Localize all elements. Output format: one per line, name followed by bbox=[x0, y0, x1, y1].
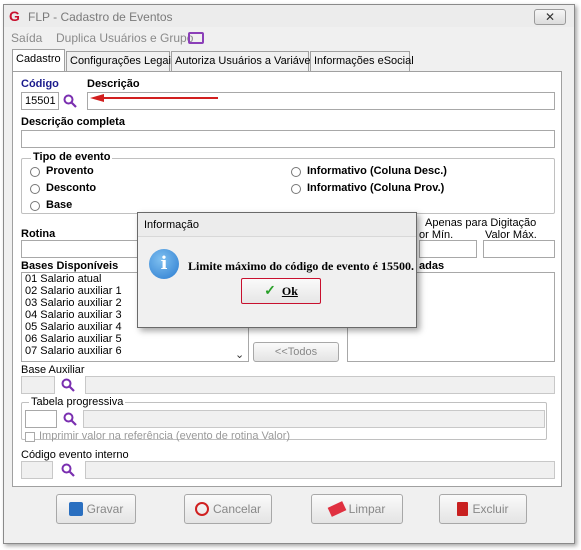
save-icon bbox=[68, 502, 83, 516]
tab-cadastro[interactable]: Cadastro bbox=[12, 49, 65, 72]
tab-informacoes-esocial[interactable]: Informações eSocial bbox=[310, 51, 414, 71]
tipo-evento-group bbox=[21, 158, 555, 214]
eraser-icon bbox=[327, 501, 347, 517]
descricao-completa-label: Descrição completa bbox=[21, 116, 125, 128]
app-logo-icon: G bbox=[9, 8, 20, 24]
gravar-button[interactable]: Gravar bbox=[56, 494, 136, 524]
chevron-down-icon[interactable]: ⌄ bbox=[235, 348, 244, 361]
todos-button[interactable]: <<Todos bbox=[253, 342, 339, 362]
menu-bar: Saída Duplica Usuários e Grupo bbox=[4, 29, 574, 47]
menu-item-duplica[interactable]: Duplica Usuários e Grupo bbox=[56, 31, 193, 45]
search-icon[interactable] bbox=[63, 412, 77, 426]
codigo-evento-interno-desc bbox=[85, 461, 555, 479]
gravar-label: Gravar bbox=[86, 502, 124, 516]
search-icon[interactable] bbox=[61, 463, 75, 477]
list-item[interactable]: 07 Salario auxiliar 6 bbox=[22, 345, 248, 357]
info-dialog: Informação i Limite máximo do código de … bbox=[137, 212, 417, 328]
imprimir-label: Imprimir valor na referência (evento de … bbox=[39, 430, 291, 442]
dialog-title: Informação bbox=[138, 213, 416, 237]
descricao-label: Descrição bbox=[87, 78, 140, 90]
radio-informativo-prov[interactable] bbox=[291, 184, 301, 194]
red-arrow-annotation bbox=[90, 94, 218, 102]
imprimir-checkbox[interactable] bbox=[25, 432, 35, 442]
codigo-evento-interno-label: Código evento interno bbox=[21, 449, 129, 461]
search-icon[interactable] bbox=[63, 94, 77, 108]
codigo-label: Código bbox=[21, 78, 59, 90]
descricao-completa-input[interactable] bbox=[21, 130, 555, 148]
valor-max-input[interactable] bbox=[483, 240, 555, 258]
base-auxiliar-code[interactable] bbox=[21, 376, 55, 394]
dialog-message: Limite máximo do código de evento é 1550… bbox=[188, 259, 414, 273]
rotina-label: Rotina bbox=[21, 228, 56, 240]
radio-informativo-desc-label: Informativo (Coluna Desc.) bbox=[307, 165, 447, 177]
radio-provento-label: Provento bbox=[46, 165, 94, 177]
list-item[interactable]: 06 Salario auxiliar 5 bbox=[22, 333, 248, 345]
tabela-progressiva-label: Tabela progressiva bbox=[29, 396, 126, 408]
limpar-button[interactable]: Limpar bbox=[311, 494, 403, 524]
codigo-evento-interno-code[interactable] bbox=[21, 461, 53, 479]
codigo-input[interactable]: 15501 bbox=[21, 92, 59, 110]
radio-informativo-desc[interactable] bbox=[291, 167, 301, 177]
radio-desconto-label: Desconto bbox=[46, 182, 97, 194]
ok-label: Ok bbox=[281, 283, 298, 298]
trash-icon bbox=[457, 502, 469, 516]
tabela-progressiva-code[interactable] bbox=[25, 410, 57, 428]
cancelar-label: Cancelar bbox=[212, 502, 262, 516]
bases-disponiveis-label: Bases Disponíveis bbox=[21, 260, 119, 272]
radio-desconto[interactable] bbox=[30, 184, 40, 194]
base-auxiliar-label: Base Auxiliar bbox=[21, 364, 85, 376]
bases-selecionadas-label: adas bbox=[419, 260, 445, 272]
info-icon: i bbox=[149, 249, 179, 279]
close-button[interactable]: ✕ bbox=[534, 9, 566, 25]
cancel-icon bbox=[194, 502, 209, 516]
title-bar: G FLP - Cadastro de Eventos ✕ bbox=[4, 5, 574, 27]
limpar-label: Limpar bbox=[348, 502, 386, 516]
base-auxiliar-desc bbox=[85, 376, 555, 394]
tipo-evento-label: Tipo de evento bbox=[31, 151, 113, 163]
menu-item-saida[interactable]: Saída bbox=[11, 31, 42, 45]
radio-base[interactable] bbox=[30, 201, 40, 211]
tab-configuracoes-legais[interactable]: Configurações Legais bbox=[66, 51, 176, 71]
radio-informativo-prov-label: Informativo (Coluna Prov.) bbox=[307, 182, 445, 194]
ok-button[interactable]: ✓ Ok bbox=[241, 278, 321, 304]
tabela-progressiva-desc bbox=[83, 410, 545, 428]
cancelar-button[interactable]: Cancelar bbox=[184, 494, 272, 524]
rotina-select[interactable] bbox=[21, 240, 151, 258]
excluir-label: Excluir bbox=[472, 502, 509, 516]
valor-min-input[interactable] bbox=[419, 240, 477, 258]
apenas-digitacao-label: Apenas para Digitação bbox=[425, 217, 537, 229]
radio-provento[interactable] bbox=[30, 167, 40, 177]
tab-autoriza-usuarios[interactable]: Autoriza Usuários a Variáveis bbox=[171, 51, 318, 71]
window-title: FLP - Cadastro de Eventos bbox=[28, 10, 173, 24]
search-icon[interactable] bbox=[61, 378, 75, 392]
monitor-icon[interactable] bbox=[188, 32, 204, 44]
excluir-button[interactable]: Excluir bbox=[439, 494, 527, 524]
radio-base-label: Base bbox=[46, 199, 73, 211]
check-icon: ✓ bbox=[264, 283, 276, 299]
